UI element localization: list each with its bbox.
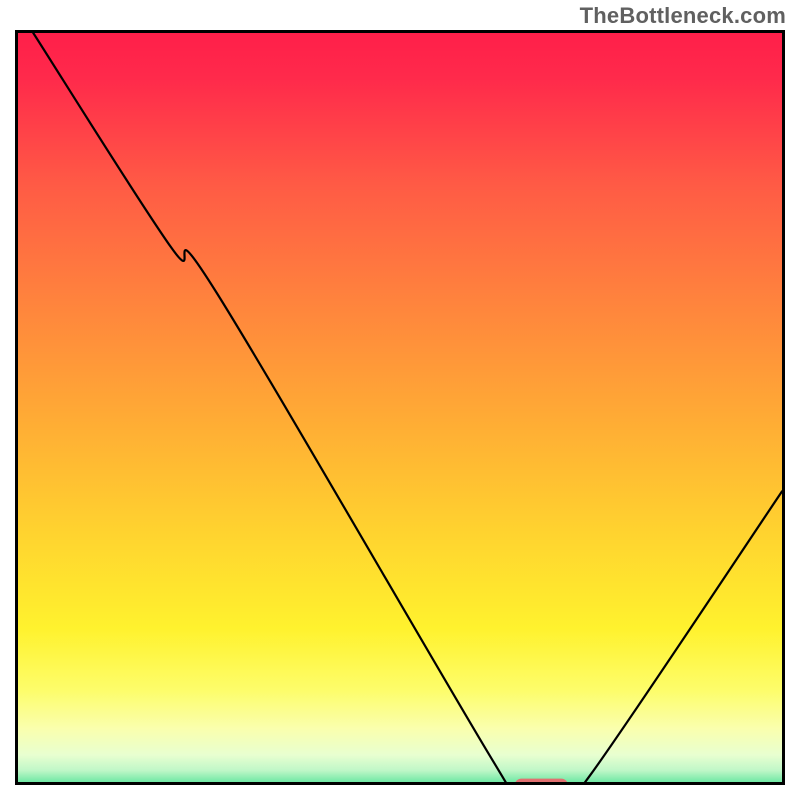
optimal-range-marker xyxy=(515,779,568,785)
curve-layer xyxy=(18,33,782,785)
watermark-text: TheBottleneck.com xyxy=(580,3,786,29)
plot-area xyxy=(15,30,785,785)
bottleneck-curve xyxy=(33,33,782,785)
chart-container: TheBottleneck.com xyxy=(0,0,800,800)
